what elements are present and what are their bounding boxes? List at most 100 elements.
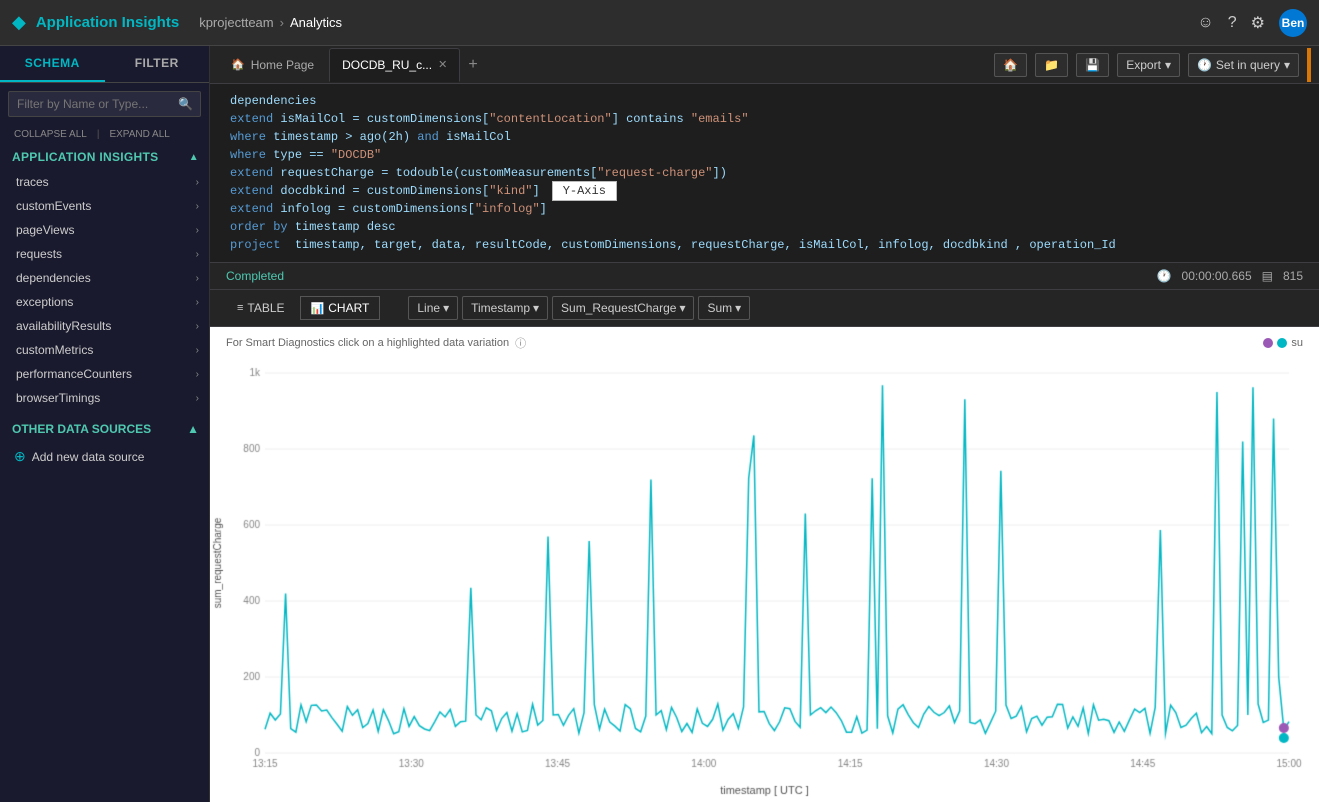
new-tab-btn[interactable]: + [462, 56, 483, 74]
home-tab-icon: 🏠 [231, 58, 245, 71]
code-line-6: extend docdbkind = customDimensions["kin… [210, 182, 1319, 200]
info-icon[interactable]: ⓘ [515, 335, 526, 351]
item-chevron: › [196, 177, 199, 188]
item-label: pageViews [16, 223, 75, 237]
item-label: customEvents [16, 199, 91, 213]
timestamp-chevron: ▾ [533, 301, 539, 315]
tab-bar-right: 🏠 📁 💾 Export ▾ 🕐 Set in query ▾ [994, 48, 1311, 82]
sidebar-item-performancecounters[interactable]: performanceCounters › [0, 362, 209, 386]
item-chevron: › [196, 369, 199, 380]
results-bar: Completed 🕐 00:00:00.665 ▤ 815 [210, 263, 1319, 290]
rows-icon: ▤ [1262, 269, 1273, 283]
code-editor[interactable]: dependencies extend isMailCol = customDi… [210, 84, 1319, 263]
search-input[interactable] [8, 91, 201, 117]
sum-requestcharge-chevron: ▾ [679, 301, 685, 315]
code-line-5: extend requestCharge = todouble(customMe… [210, 164, 1319, 182]
add-datasource-btn[interactable]: ⊕ Add new data source [0, 442, 209, 471]
export-chevron: ▾ [1165, 58, 1171, 72]
smiley-icon[interactable]: ☺ [1197, 14, 1213, 32]
main-layout: SCHEMA FILTER 🔍 COLLAPSE ALL | EXPAND AL… [0, 46, 1319, 802]
sidebar-item-browsertimings[interactable]: browserTimings › [0, 386, 209, 410]
tab-docdb[interactable]: DOCDB_RU_c... ✕ [329, 48, 460, 82]
sum-requestcharge-dropdown[interactable]: Sum_RequestCharge ▾ [552, 296, 694, 320]
status-completed: Completed [226, 269, 284, 283]
line-label: Line [417, 301, 440, 315]
app-title: Application Insights [36, 14, 179, 31]
plus-icon: ⊕ [14, 448, 26, 465]
chart-view-btn[interactable]: 📊 CHART [300, 296, 381, 320]
sidebar-item-pageviews[interactable]: pageViews › [0, 218, 209, 242]
export-btn[interactable]: Export ▾ [1117, 53, 1180, 77]
breadcrumb: kprojectteam › Analytics [199, 15, 342, 30]
yaxis-tooltip: Y-Axis [552, 181, 617, 201]
section-title: APPLICATION INSIGHTS [12, 150, 158, 164]
sidebar-item-dependencies[interactable]: dependencies › [0, 266, 209, 290]
sidebar-item-availabilityresults[interactable]: availabilityResults › [0, 314, 209, 338]
help-icon[interactable]: ? [1228, 14, 1237, 32]
sum-chevron: ▾ [735, 301, 741, 315]
set-in-query-btn[interactable]: 🕐 Set in query ▾ [1188, 53, 1299, 77]
line-dropdown[interactable]: Line ▾ [408, 296, 458, 320]
item-label: exceptions [16, 295, 73, 309]
orange-accent-bar [1307, 48, 1311, 82]
chart-toolbar: ≡ TABLE 📊 CHART Line ▾ Timestamp ▾ Sum_R… [210, 290, 1319, 327]
set-query-label: Set in query [1216, 58, 1280, 72]
sidebar-item-customevents[interactable]: customEvents › [0, 194, 209, 218]
avatar[interactable]: Ben [1279, 9, 1307, 37]
tab-filter[interactable]: FILTER [105, 46, 210, 82]
search-icon[interactable]: 🔍 [178, 97, 193, 111]
sidebar-item-requests[interactable]: requests › [0, 242, 209, 266]
table-view-btn[interactable]: ≡ TABLE [226, 296, 296, 320]
breadcrumb-arrow: › [280, 15, 284, 30]
chart-legend: su [1263, 337, 1303, 349]
item-label: dependencies [16, 271, 91, 285]
top-nav-right: ☺ ? ⚙ Ben [1197, 9, 1307, 37]
divider: | [97, 129, 100, 140]
line-chevron: ▾ [443, 301, 449, 315]
sum-dropdown[interactable]: Sum ▾ [698, 296, 750, 320]
top-nav: ◆ Application Insights kprojectteam › An… [0, 0, 1319, 46]
breadcrumb-team: kprojectteam [199, 15, 273, 30]
app-icon: ◆ [12, 12, 26, 33]
tab-home[interactable]: 🏠 Home Page [218, 48, 327, 82]
sidebar-item-custommetrics[interactable]: customMetrics › [0, 338, 209, 362]
expand-all-btn[interactable]: EXPAND ALL [109, 129, 169, 140]
item-chevron: › [196, 273, 199, 284]
tab-bar: 🏠 Home Page DOCDB_RU_c... ✕ + 🏠 📁 💾 Expo… [210, 46, 1319, 84]
content-area: 🏠 Home Page DOCDB_RU_c... ✕ + 🏠 📁 💾 Expo… [210, 46, 1319, 802]
table-icon: ≡ [237, 302, 243, 314]
item-label: performanceCounters [16, 367, 132, 381]
section-chevron: ▲ [189, 152, 199, 163]
results-bar-right: 🕐 00:00:00.665 ▤ 815 [1157, 269, 1303, 283]
tab-schema[interactable]: SCHEMA [0, 46, 105, 82]
code-line-8: order by timestamp desc [210, 218, 1319, 236]
duration-value: 00:00:00.665 [1182, 269, 1252, 283]
timestamp-dropdown[interactable]: Timestamp ▾ [462, 296, 548, 320]
timestamp-label: Timestamp [471, 301, 530, 315]
code-line-7: extend infolog = customDimensions["infol… [210, 200, 1319, 218]
sidebar-tabs: SCHEMA FILTER [0, 46, 209, 83]
sidebar-item-exceptions[interactable]: exceptions › [0, 290, 209, 314]
home-btn[interactable]: 🏠 [994, 53, 1027, 77]
item-chevron: › [196, 225, 199, 236]
collapse-all-btn[interactable]: COLLAPSE ALL [14, 129, 87, 140]
sidebar-search: 🔍 [8, 91, 201, 117]
set-query-chevron: ▾ [1284, 58, 1290, 72]
settings-icon[interactable]: ⚙ [1251, 13, 1265, 33]
folder-btn[interactable]: 📁 [1035, 53, 1068, 77]
sidebar-item-traces[interactable]: traces › [0, 170, 209, 194]
tab-close-icon[interactable]: ✕ [438, 58, 447, 71]
item-label: browserTimings [16, 391, 100, 405]
save-btn[interactable]: 💾 [1076, 53, 1109, 77]
item-label: availabilityResults [16, 319, 111, 333]
item-label: customMetrics [16, 343, 93, 357]
clock-icon: 🕐 [1197, 58, 1212, 72]
item-chevron: › [196, 345, 199, 356]
legend-dot-cyan [1277, 338, 1287, 348]
other-sources-title: OTHER DATA SOURCES [12, 422, 151, 436]
section-header-application-insights[interactable]: APPLICATION INSIGHTS ▲ [0, 144, 209, 170]
other-data-sources-header[interactable]: OTHER DATA SOURCES ▲ [0, 414, 209, 442]
item-chevron: › [196, 297, 199, 308]
item-chevron: › [196, 321, 199, 332]
item-chevron: › [196, 393, 199, 404]
